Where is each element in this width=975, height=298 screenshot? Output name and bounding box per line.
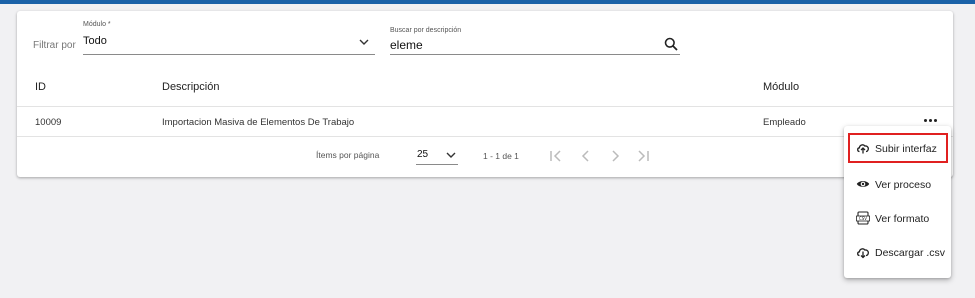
menu-item-label: Descargar .csv	[875, 247, 946, 259]
cell-modulo: Empleado	[763, 117, 806, 128]
cell-descripcion: Importacion Masiva de Elementos De Traba…	[162, 117, 355, 128]
menu-item-label: Ver proceso	[875, 179, 932, 191]
chevron-down-icon	[446, 152, 456, 158]
modulo-select[interactable]: Módulo * Todo	[83, 21, 375, 55]
menu-item-ver-proceso[interactable]: Ver proceso	[844, 168, 951, 202]
eye-icon	[856, 181, 870, 187]
first-page-icon[interactable]	[548, 148, 564, 164]
cloud-upload-icon	[857, 144, 869, 154]
modulo-value: Todo	[83, 35, 107, 47]
filter-label: Filtrar por	[33, 40, 76, 51]
last-page-icon[interactable]	[635, 148, 651, 164]
header-descripcion[interactable]: Descripción	[162, 81, 219, 93]
page-size-value: 25	[417, 149, 429, 160]
row-actions-menu: Subir interfaz Ver proceso CSV Ver forma…	[844, 126, 951, 278]
top-accent-bar	[0, 0, 975, 4]
header-modulo[interactable]: Módulo	[763, 81, 799, 93]
svg-text:CSV: CSV	[859, 216, 867, 221]
more-actions-icon[interactable]	[923, 115, 939, 125]
menu-item-label: Subir interfaz	[875, 143, 937, 155]
menu-item-descargar-csv[interactable]: Descargar .csv	[844, 236, 951, 270]
cloud-download-icon	[857, 248, 869, 259]
paginator: Ítems por página 25 1 - 1 de 1	[17, 137, 953, 177]
cell-id: 10009	[35, 117, 62, 128]
filter-row: Filtrar por Módulo * Todo Buscar por des…	[17, 11, 953, 67]
items-per-page-label: Ítems por página	[316, 150, 380, 160]
menu-item-subir-interfaz[interactable]: Subir interfaz	[848, 133, 948, 163]
menu-item-ver-formato[interactable]: CSV Ver formato	[844, 202, 951, 236]
csv-file-icon: CSV	[856, 211, 870, 225]
search-field[interactable]: Buscar por descripción eleme	[390, 27, 680, 55]
search-icon[interactable]	[664, 37, 678, 51]
next-page-icon[interactable]	[607, 148, 623, 164]
search-label: Buscar por descripción	[390, 27, 462, 34]
header-id[interactable]: ID	[35, 81, 46, 93]
page-size-select[interactable]: 25	[416, 147, 458, 165]
search-input[interactable]: eleme	[390, 38, 423, 52]
table-header: ID Descripción Módulo	[17, 67, 953, 107]
modulo-label: Módulo *	[83, 21, 111, 28]
page-range: 1 - 1 de 1	[483, 151, 519, 161]
previous-page-icon[interactable]	[578, 148, 594, 164]
chevron-down-icon	[359, 39, 369, 45]
interfaces-card: Filtrar por Módulo * Todo Buscar por des…	[17, 11, 953, 177]
table-row[interactable]: 10009 Importacion Masiva de Elementos De…	[17, 107, 953, 137]
menu-item-label: Ver formato	[875, 213, 930, 225]
